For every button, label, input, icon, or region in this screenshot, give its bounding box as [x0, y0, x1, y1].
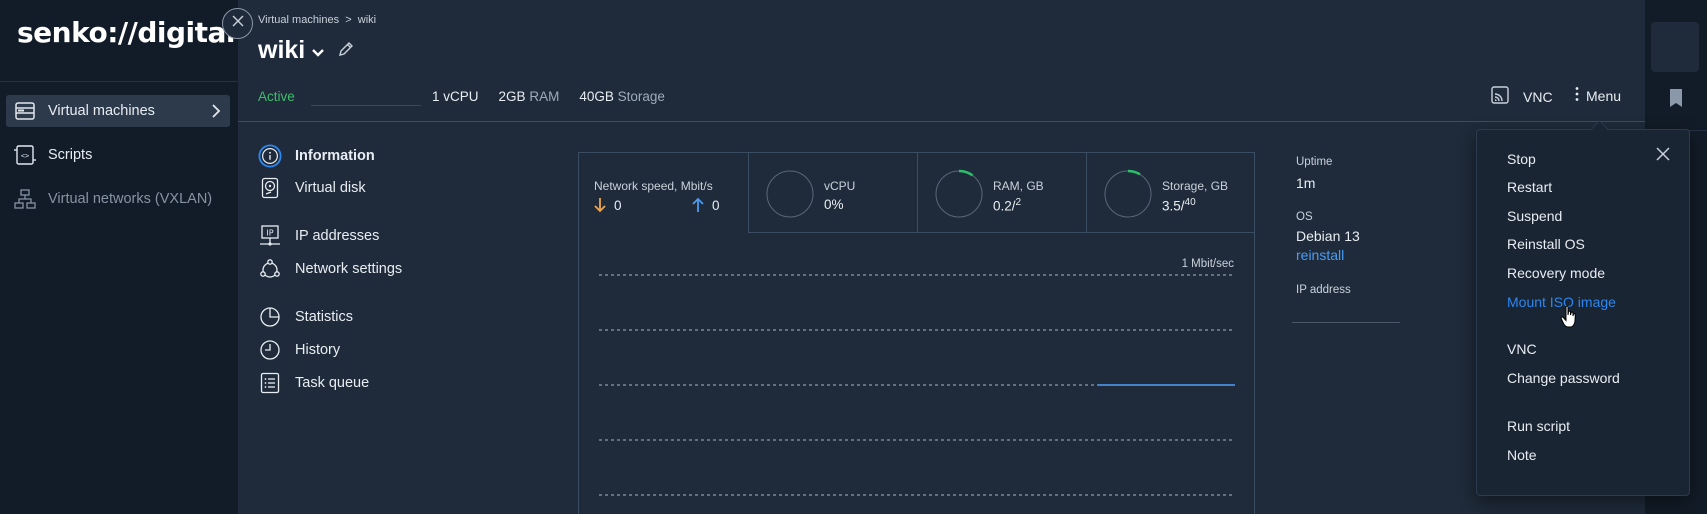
hand-cursor-icon — [1560, 305, 1578, 334]
vcpu-title: vCPU — [824, 179, 856, 193]
sidebar-item-label: Scripts — [48, 147, 93, 163]
storage-gauge — [1104, 169, 1152, 218]
nav-item-information[interactable]: Information — [258, 144, 438, 168]
edit-icon[interactable] — [337, 36, 355, 65]
sidebar-item-label: Virtual networks (VXLAN) — [48, 191, 213, 207]
vm-status-bar: Active 1 vCPU 2GB RAM 40GB Storage — [258, 86, 685, 106]
os-value: Debian 13 — [1296, 228, 1360, 244]
vcpu-value: 0% — [824, 197, 844, 212]
network-settings-icon — [258, 257, 282, 281]
tab-network-speed[interactable]: Network speed, Mbit/s 0 0 — [579, 153, 748, 233]
spec-storage: 40GB Storage — [579, 88, 665, 104]
logo: senko://digital — [17, 16, 236, 49]
menu-label: Menu — [1586, 87, 1622, 104]
close-icon — [1656, 147, 1670, 161]
status-divider — [311, 86, 421, 106]
vnc-label: VNC — [1523, 88, 1553, 105]
nav-item-virtual-disk[interactable]: Virtual disk — [258, 176, 438, 200]
svg-text:<>: <> — [21, 152, 29, 160]
spec-ram: 2GB RAM — [498, 88, 560, 104]
network-icon — [14, 189, 36, 209]
breadcrumb[interactable]: Virtual machines > wiki — [258, 14, 376, 26]
status-badge: Active — [258, 88, 295, 104]
ram-gauge — [935, 169, 983, 218]
vcpu-gauge — [766, 170, 814, 218]
sidebar: senko://digital Virtual machines <> Scri… — [0, 0, 238, 514]
menu-item-note[interactable]: Note — [1507, 447, 1537, 463]
collapse-sidebar-button[interactable] — [222, 8, 253, 39]
bookmark-icon[interactable] — [1668, 88, 1684, 113]
menu-item-recovery-mode[interactable]: Recovery mode — [1507, 265, 1605, 281]
server-icon — [14, 101, 36, 121]
tab-storage[interactable]: Storage, GB 3.5/40 — [1086, 153, 1254, 233]
chart-grid — [599, 274, 1235, 496]
statistics-panel: Network speed, Mbit/s 0 0 vCPU 0% RAM, G… — [578, 152, 1255, 514]
network-speed-title: Network speed, Mbit/s — [594, 179, 713, 193]
network-chart: 1 Mbit/sec — [579, 233, 1254, 514]
script-icon: <> — [14, 145, 36, 165]
vnc-button[interactable]: VNC — [1491, 86, 1553, 107]
close-menu-button[interactable] — [1655, 146, 1671, 162]
menu-arrow — [1590, 120, 1609, 139]
ram-value: 0.2/2 — [993, 197, 1022, 214]
uptime-label: Uptime — [1296, 156, 1333, 168]
sidebar-item-virtual-machines[interactable]: Virtual machines — [6, 95, 230, 127]
arrow-down-icon — [594, 198, 606, 213]
nav-item-network-settings[interactable]: Network settings — [258, 257, 438, 281]
ip-icon: IP — [258, 224, 282, 248]
nav-item-task-queue[interactable]: Task queue — [258, 371, 438, 395]
menu-item-run-script[interactable]: Run script — [1507, 418, 1570, 434]
disk-icon — [258, 176, 282, 200]
close-icon — [231, 14, 245, 33]
menu-item-suspend[interactable]: Suspend — [1507, 208, 1562, 224]
menu-item-reinstall-os[interactable]: Reinstall OS — [1507, 236, 1585, 252]
menu-item-vnc[interactable]: VNC — [1507, 341, 1537, 357]
cast-icon — [1491, 86, 1509, 107]
ip-address-label: IP address — [1296, 284, 1351, 296]
info-icon — [258, 144, 282, 168]
menu-item-stop[interactable]: Stop — [1507, 151, 1536, 167]
svg-text:IP: IP — [266, 229, 273, 238]
nav-item-statistics[interactable]: Statistics — [258, 305, 438, 329]
menu-item-change-password[interactable]: Change password — [1507, 370, 1620, 386]
more-vertical-icon — [1574, 86, 1580, 105]
tab-vcpu[interactable]: vCPU 0% — [748, 153, 917, 233]
stats-tabs: Network speed, Mbit/s 0 0 vCPU 0% RAM, G… — [579, 153, 1254, 233]
page-title: wiki — [258, 36, 355, 65]
network-up: 0 — [692, 196, 720, 214]
reinstall-link[interactable]: reinstall — [1296, 247, 1344, 263]
uptime-value: 1m — [1296, 175, 1316, 191]
vm-name: wiki — [258, 36, 306, 64]
chevron-right-icon — [210, 101, 222, 125]
tab-ram[interactable]: RAM, GB 0.2/2 — [917, 153, 1086, 233]
clock-icon — [258, 338, 282, 362]
ram-title: RAM, GB — [993, 179, 1044, 193]
menu-button[interactable]: Menu — [1574, 86, 1621, 105]
chevron-down-icon[interactable] — [311, 36, 325, 65]
nav-item-history[interactable]: History — [258, 338, 438, 362]
nav-item-ip-addresses[interactable]: IP IP addresses — [258, 224, 438, 248]
pie-chart-icon — [258, 305, 282, 329]
rail-button[interactable] — [1651, 22, 1699, 72]
spec-vcpu: 1 vCPU — [432, 88, 479, 104]
sidebar-item-label: Virtual machines — [48, 103, 155, 119]
vm-actions-menu: Stop Restart Suspend Reinstall OS Recove… — [1476, 120, 1690, 496]
ip-address-placeholder — [1292, 322, 1400, 323]
task-list-icon — [258, 371, 282, 395]
network-down: 0 — [594, 196, 622, 214]
storage-value: 3.5/40 — [1162, 197, 1196, 214]
menu-item-restart[interactable]: Restart — [1507, 179, 1552, 195]
sidebar-item-virtual-networks[interactable]: Virtual networks (VXLAN) — [6, 183, 230, 215]
storage-title: Storage, GB — [1162, 179, 1229, 193]
os-label: OS — [1296, 211, 1313, 223]
arrow-up-icon — [692, 197, 704, 212]
sidebar-item-scripts[interactable]: <> Scripts — [6, 139, 230, 171]
header-divider — [238, 121, 1645, 122]
sidebar-divider — [0, 81, 238, 82]
